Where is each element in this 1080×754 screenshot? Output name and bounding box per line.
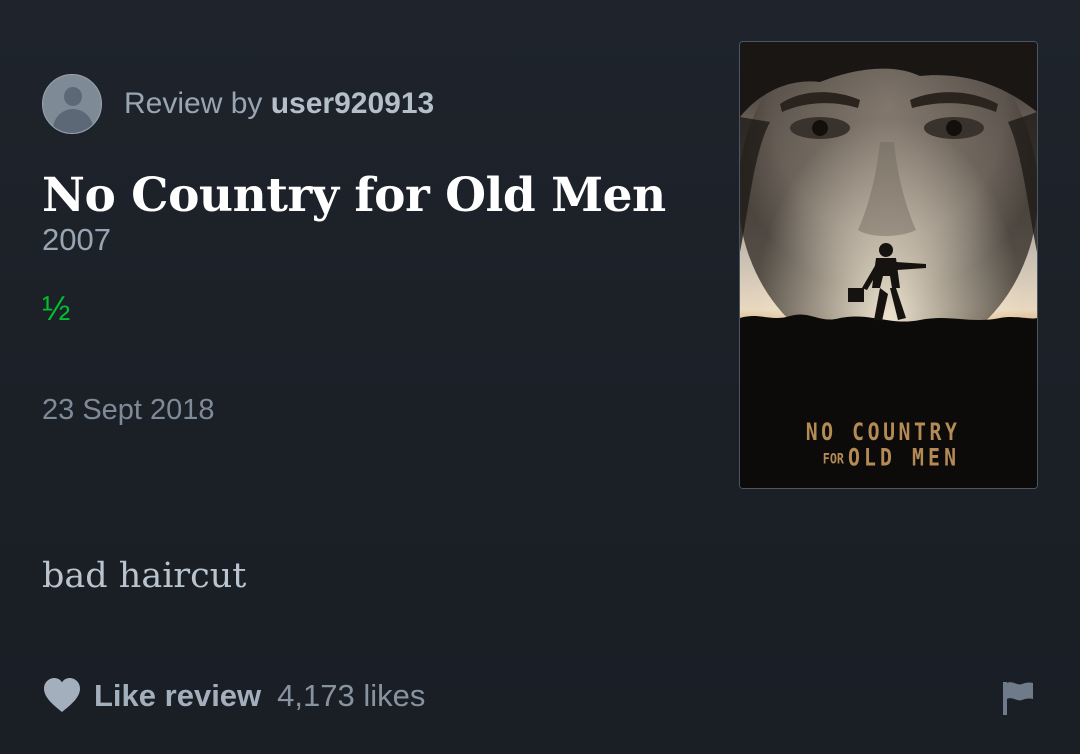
flag-icon[interactable] bbox=[1000, 679, 1036, 717]
film-poster[interactable]: NO COUNTRY FOR OLD MEN bbox=[739, 41, 1038, 489]
star-rating: ½ bbox=[42, 290, 71, 328]
like-review-button[interactable]: Like review bbox=[94, 678, 261, 714]
poster-title-line2a: FOR bbox=[823, 451, 844, 467]
watched-date: 23 Sept 2018 bbox=[42, 394, 215, 426]
poster-title-line2b: OLD MEN bbox=[848, 444, 956, 472]
film-title[interactable]: No Country for Old Men bbox=[42, 166, 666, 226]
reviewer-username[interactable]: user920913 bbox=[271, 87, 434, 120]
avatar[interactable] bbox=[42, 74, 102, 134]
review-text: bad haircut bbox=[42, 556, 247, 596]
review-by-line: Review by user920913 bbox=[124, 87, 434, 121]
review-by-label: Review by bbox=[124, 87, 263, 120]
like-count[interactable]: 4,173 likes bbox=[277, 678, 425, 714]
film-year[interactable]: 2007 bbox=[42, 222, 111, 258]
review-actions: Like review 4,173 likes bbox=[42, 676, 425, 716]
reviewer-header: Review by user920913 bbox=[42, 74, 434, 134]
heart-icon[interactable] bbox=[42, 676, 82, 716]
